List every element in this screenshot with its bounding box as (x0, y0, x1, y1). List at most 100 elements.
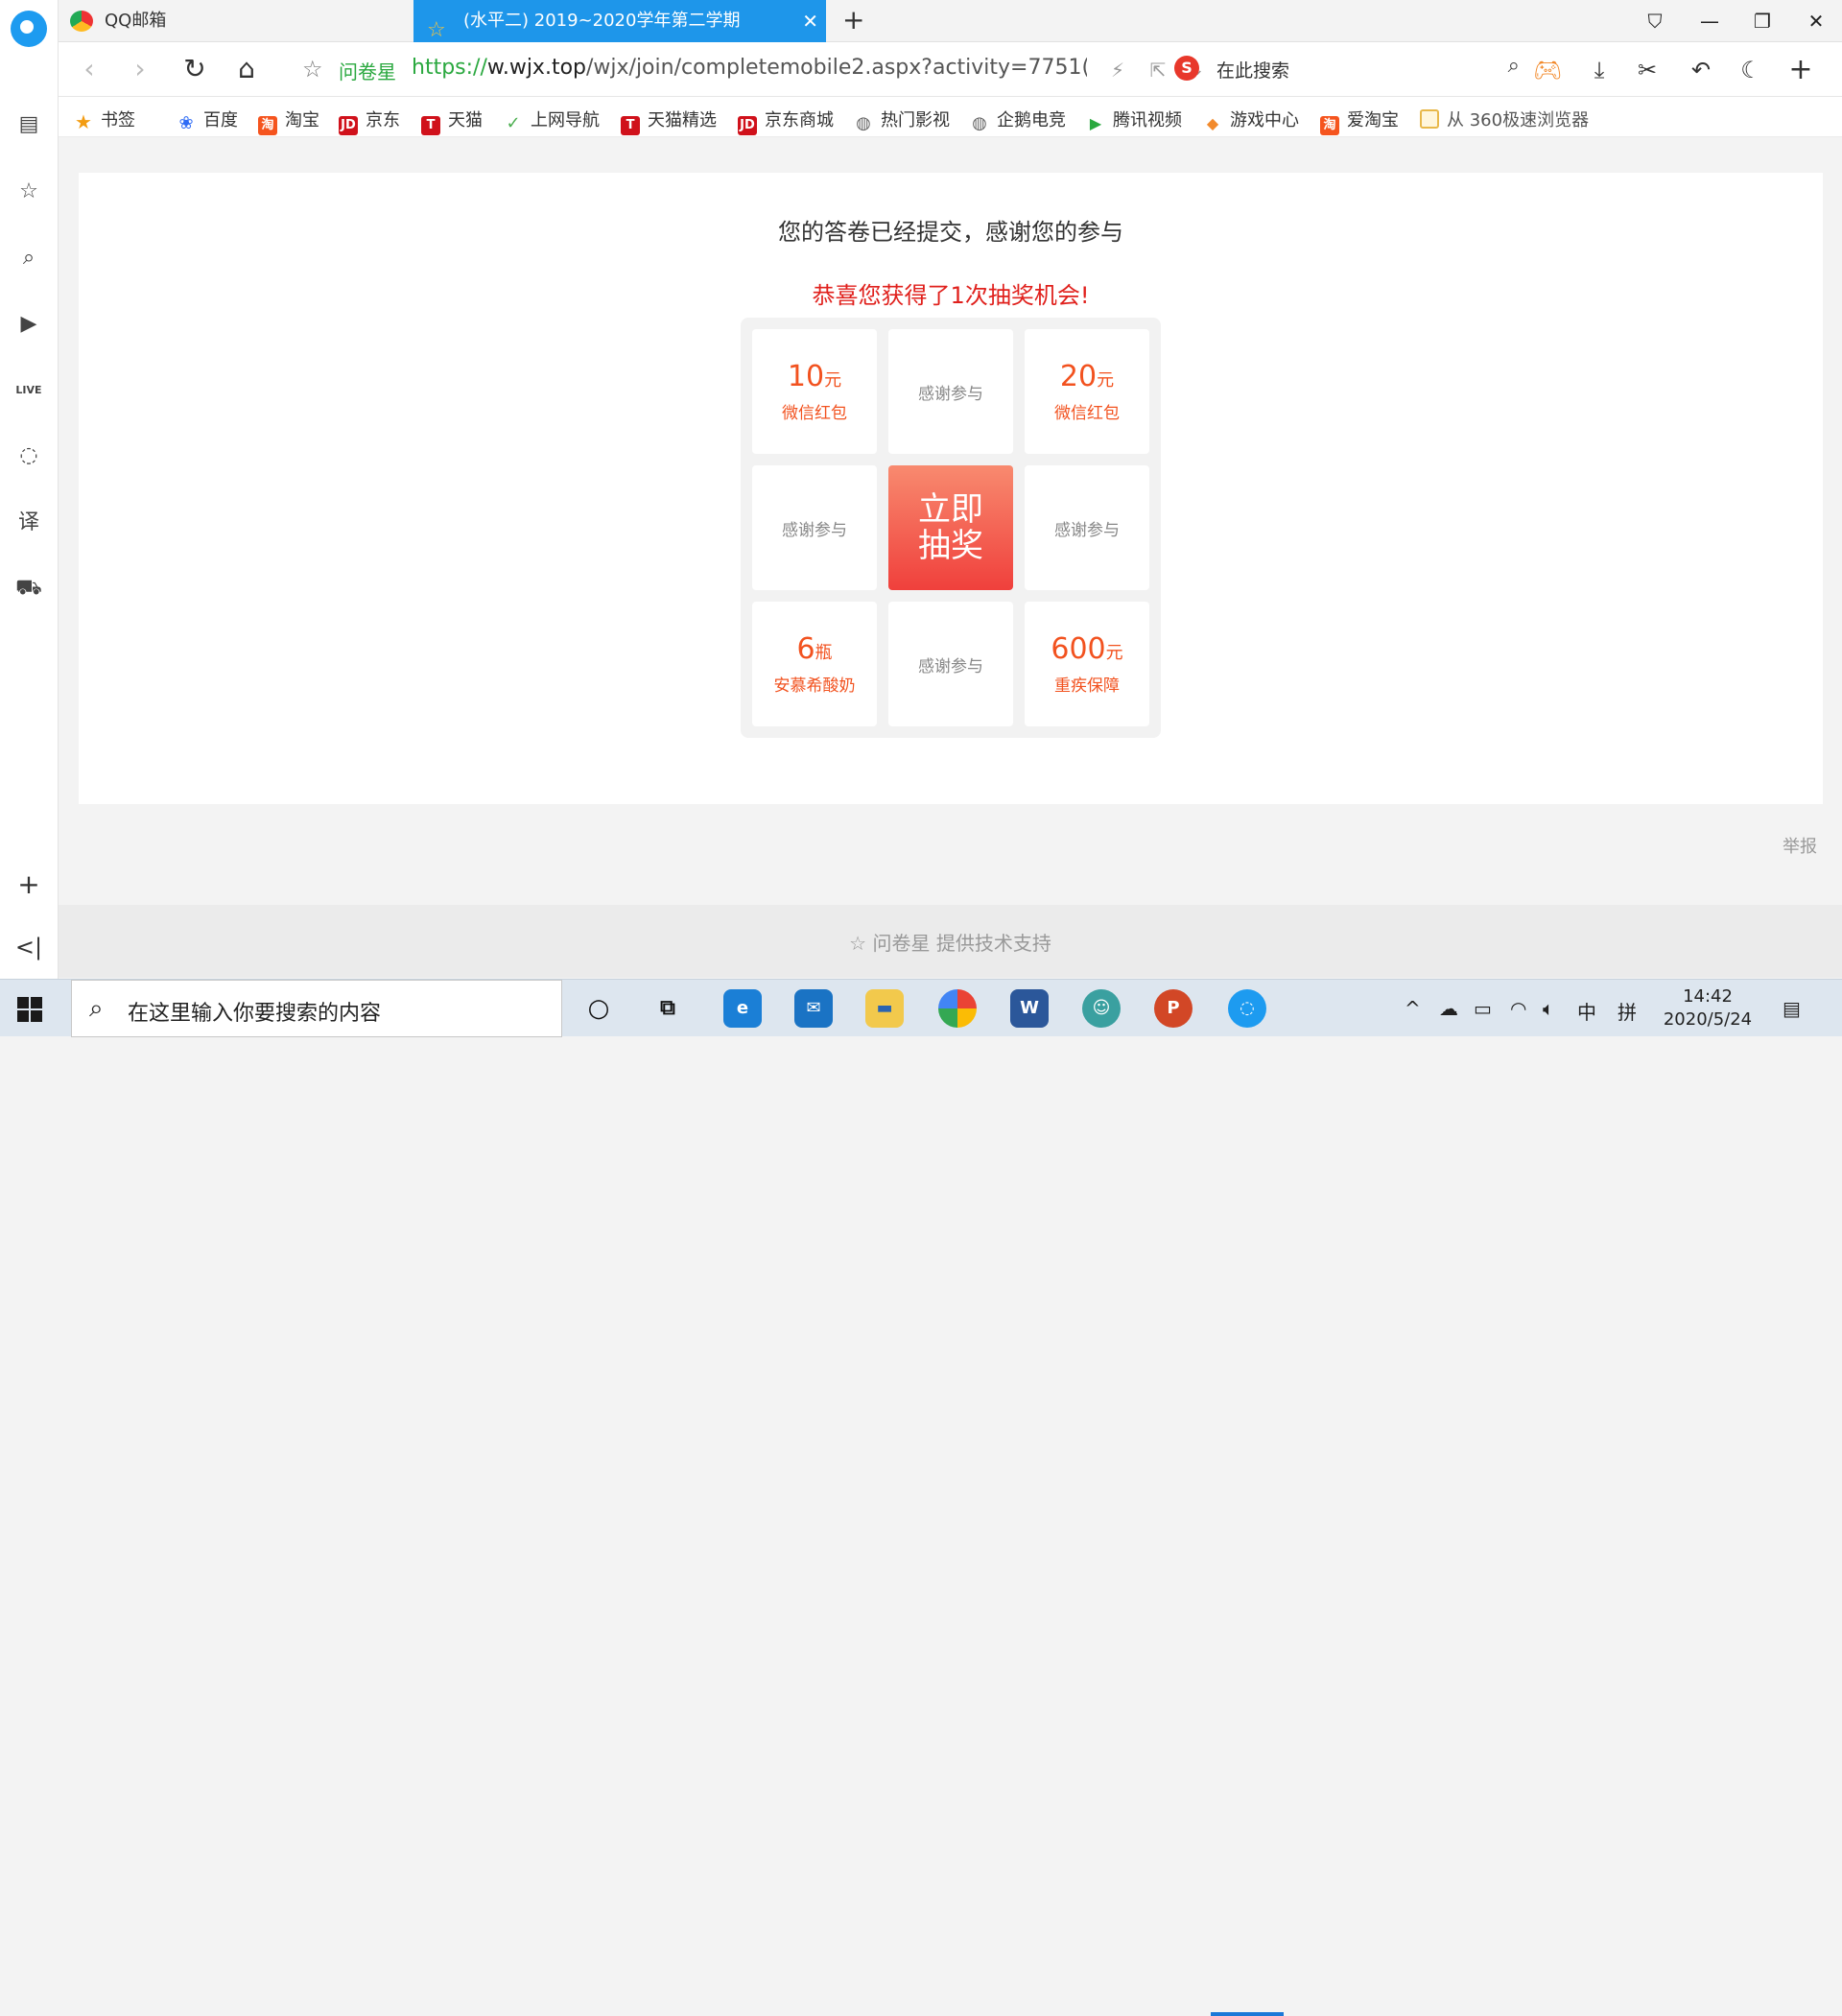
game-center-icon: ◆ (1206, 114, 1219, 132)
volume-icon[interactable]: 🔈︎ (1543, 997, 1554, 1020)
close-window-button[interactable]: ✕ (1789, 0, 1842, 42)
bookmark-item[interactable]: ◆ 游戏中心 (1203, 107, 1299, 133)
game-controller-icon[interactable]: 🎮︎ (1529, 52, 1566, 88)
chat-icon[interactable]: ◌ (14, 441, 43, 470)
windows-start-icon[interactable] (17, 997, 42, 1022)
search-input[interactable]: 在此搜索 (1216, 57, 1289, 83)
ime-mode[interactable]: 拼 (1618, 997, 1637, 1025)
forward-button[interactable]: › (121, 50, 159, 88)
prize-amount: 20 (1059, 359, 1098, 393)
back-button[interactable]: ‹ (70, 50, 108, 88)
refresh-button[interactable]: ↻ (176, 50, 214, 88)
prize-amount: 6 (796, 631, 815, 666)
browser-app-icon[interactable] (938, 989, 977, 1028)
close-tab-icon[interactable]: ✕ (802, 0, 818, 42)
globe-icon: ◍ (856, 113, 871, 133)
taskbar-search[interactable]: ⌕ 在这里输入你要搜索的内容 (71, 980, 562, 1037)
add-icon[interactable]: + (14, 868, 43, 900)
bookmark-item[interactable]: T 天猫 (421, 107, 483, 135)
ime-language[interactable]: 中 (1577, 997, 1596, 1025)
bookmark-item[interactable]: ◍ 企鹅电竞 (970, 107, 1066, 133)
bookmark-item[interactable]: ❀ 百度 (177, 107, 238, 133)
skin-shirt-icon[interactable]: ⛉ (1628, 0, 1682, 42)
cortana-icon[interactable]: ○ (579, 989, 618, 1028)
home-button[interactable]: ⌂ (227, 50, 266, 88)
bookmark-item[interactable]: JD 京东商城 (738, 107, 834, 135)
undo-close-icon[interactable]: ↶ (1683, 52, 1719, 88)
word-icon[interactable]: W (1010, 989, 1049, 1028)
search-icon[interactable]: ⌕ (14, 244, 43, 273)
night-mode-icon[interactable]: ☾ (1733, 52, 1769, 88)
screenshot-scissors-icon[interactable]: ✂ (1629, 52, 1665, 88)
bookmark-item[interactable]: ◍ 热门影视 (854, 107, 950, 133)
file-explorer-icon[interactable]: ▬ (865, 989, 904, 1028)
tab-survey-active[interactable]: ☆ (水平二) 2019~2020学年第二学期 ✕ (413, 0, 826, 42)
share-icon[interactable]: ⇱ (1140, 52, 1176, 88)
tmall-icon: T (421, 116, 440, 135)
star-icon: ☆ (849, 932, 873, 955)
browser-logo-icon[interactable] (11, 11, 47, 47)
draw-button[interactable]: 立即 抽奖 (888, 465, 1013, 590)
clock-time: 14:42 (1683, 986, 1733, 1007)
bookmark-folder[interactable]: 从 360极速浏览器 (1420, 107, 1589, 131)
browser-sidebar: ▤ ☆ ⌕ ▶ LIVE ◌ 译 ⛟ + <| (0, 0, 59, 979)
edge-icon[interactable]: e (723, 989, 762, 1028)
prize-desc: 安慕希酸奶 (773, 676, 856, 696)
speed-mode-icon[interactable]: ⚡ (1099, 52, 1136, 88)
avatar-app-icon[interactable]: ☺ (1082, 989, 1121, 1028)
mail-icon[interactable]: ✉ (794, 989, 833, 1028)
bookmark-item[interactable]: 淘淘宝 (258, 107, 319, 135)
prize-cell: 600元 重疾保障 (1025, 602, 1149, 726)
taskbar-search-input[interactable]: 在这里输入你要搜索的内容 (128, 996, 381, 1027)
onedrive-cloud-icon[interactable]: ☁ (1439, 997, 1458, 1020)
sogou-search-icon[interactable]: S (1174, 56, 1199, 81)
jd-icon: JD (339, 116, 358, 135)
tab-qq-mail[interactable]: QQ邮箱 (59, 0, 413, 42)
bookmark-item[interactable]: ▶ 腾讯视频 (1086, 107, 1182, 133)
bookmark-item[interactable]: ★ 书签 (74, 107, 135, 131)
url-field[interactable]: https://w.wjx.top/wjx/join/completemobil… (412, 56, 1087, 80)
favorites-star-icon[interactable]: ☆ (14, 178, 43, 206)
collapse-sidebar-icon[interactable]: <| (14, 934, 43, 961)
prize-amount: 600 (1051, 631, 1106, 666)
restore-button[interactable]: ❐ (1736, 0, 1789, 42)
search-box[interactable]: S 在此搜索 ⌕ (1174, 52, 1520, 86)
prize-cell: 感谢参与 (1025, 465, 1149, 590)
menu-icon[interactable]: ≡ (1832, 52, 1842, 88)
translate-icon[interactable]: 译 (14, 509, 43, 537)
powerpoint-icon[interactable]: P (1154, 989, 1193, 1028)
bookmark-item[interactable]: JD 京东 (339, 107, 400, 135)
report-link[interactable]: 举报 (1783, 833, 1817, 858)
live-icon[interactable]: LIVE (14, 376, 43, 405)
video-icon[interactable]: ▶ (14, 310, 43, 339)
download-icon[interactable]: ⤓ (1581, 52, 1618, 88)
notification-icon[interactable]: ▤ (1783, 997, 1801, 1020)
bookmark-item[interactable]: 淘爱淘宝 (1320, 107, 1399, 135)
footer-text[interactable]: 问卷星 提供技术支持 (872, 932, 1051, 955)
bookmark-star-icon[interactable]: ☆ (302, 56, 323, 83)
prize-desc: 重疾保障 (1054, 676, 1120, 696)
bookmark-item[interactable]: ✓ 上网导航 (504, 107, 600, 133)
ai-taobao-icon: 淘 (1320, 116, 1339, 135)
prize-thanks: 感谢参与 (918, 384, 983, 404)
show-hidden-icons-chevron-icon[interactable]: ^ (1405, 997, 1421, 1020)
minimize-button[interactable]: — (1683, 0, 1736, 42)
extensions-plus-icon[interactable]: + (1783, 52, 1819, 88)
tmall-select-icon: T (621, 116, 640, 135)
taobao-icon: 淘 (258, 116, 277, 135)
draw-label-1: 立即 (918, 490, 983, 529)
search-magnifier-icon[interactable]: ⌕ (1508, 54, 1520, 78)
news-icon[interactable]: ▤ (14, 110, 43, 139)
prize-amount: 10 (787, 359, 825, 393)
cart-icon[interactable]: ⛟ (14, 574, 43, 603)
tab-label: QQ邮箱 (105, 11, 167, 31)
wifi-icon[interactable]: ◠ (1510, 997, 1526, 1020)
system-clock[interactable]: 14:42 2020/5/24 (1650, 985, 1765, 1032)
bookmark-item[interactable]: T 天猫精选 (621, 107, 717, 135)
task-view-icon[interactable]: ⧉ (649, 989, 687, 1028)
qq-browser-taskbar-icon[interactable]: ◌ (1228, 989, 1266, 1028)
prize-cell: 感谢参与 (888, 602, 1013, 726)
globe-icon: ◍ (972, 113, 987, 133)
new-tab-button[interactable]: + (842, 0, 864, 40)
battery-icon[interactable]: ▭ (1474, 997, 1492, 1020)
